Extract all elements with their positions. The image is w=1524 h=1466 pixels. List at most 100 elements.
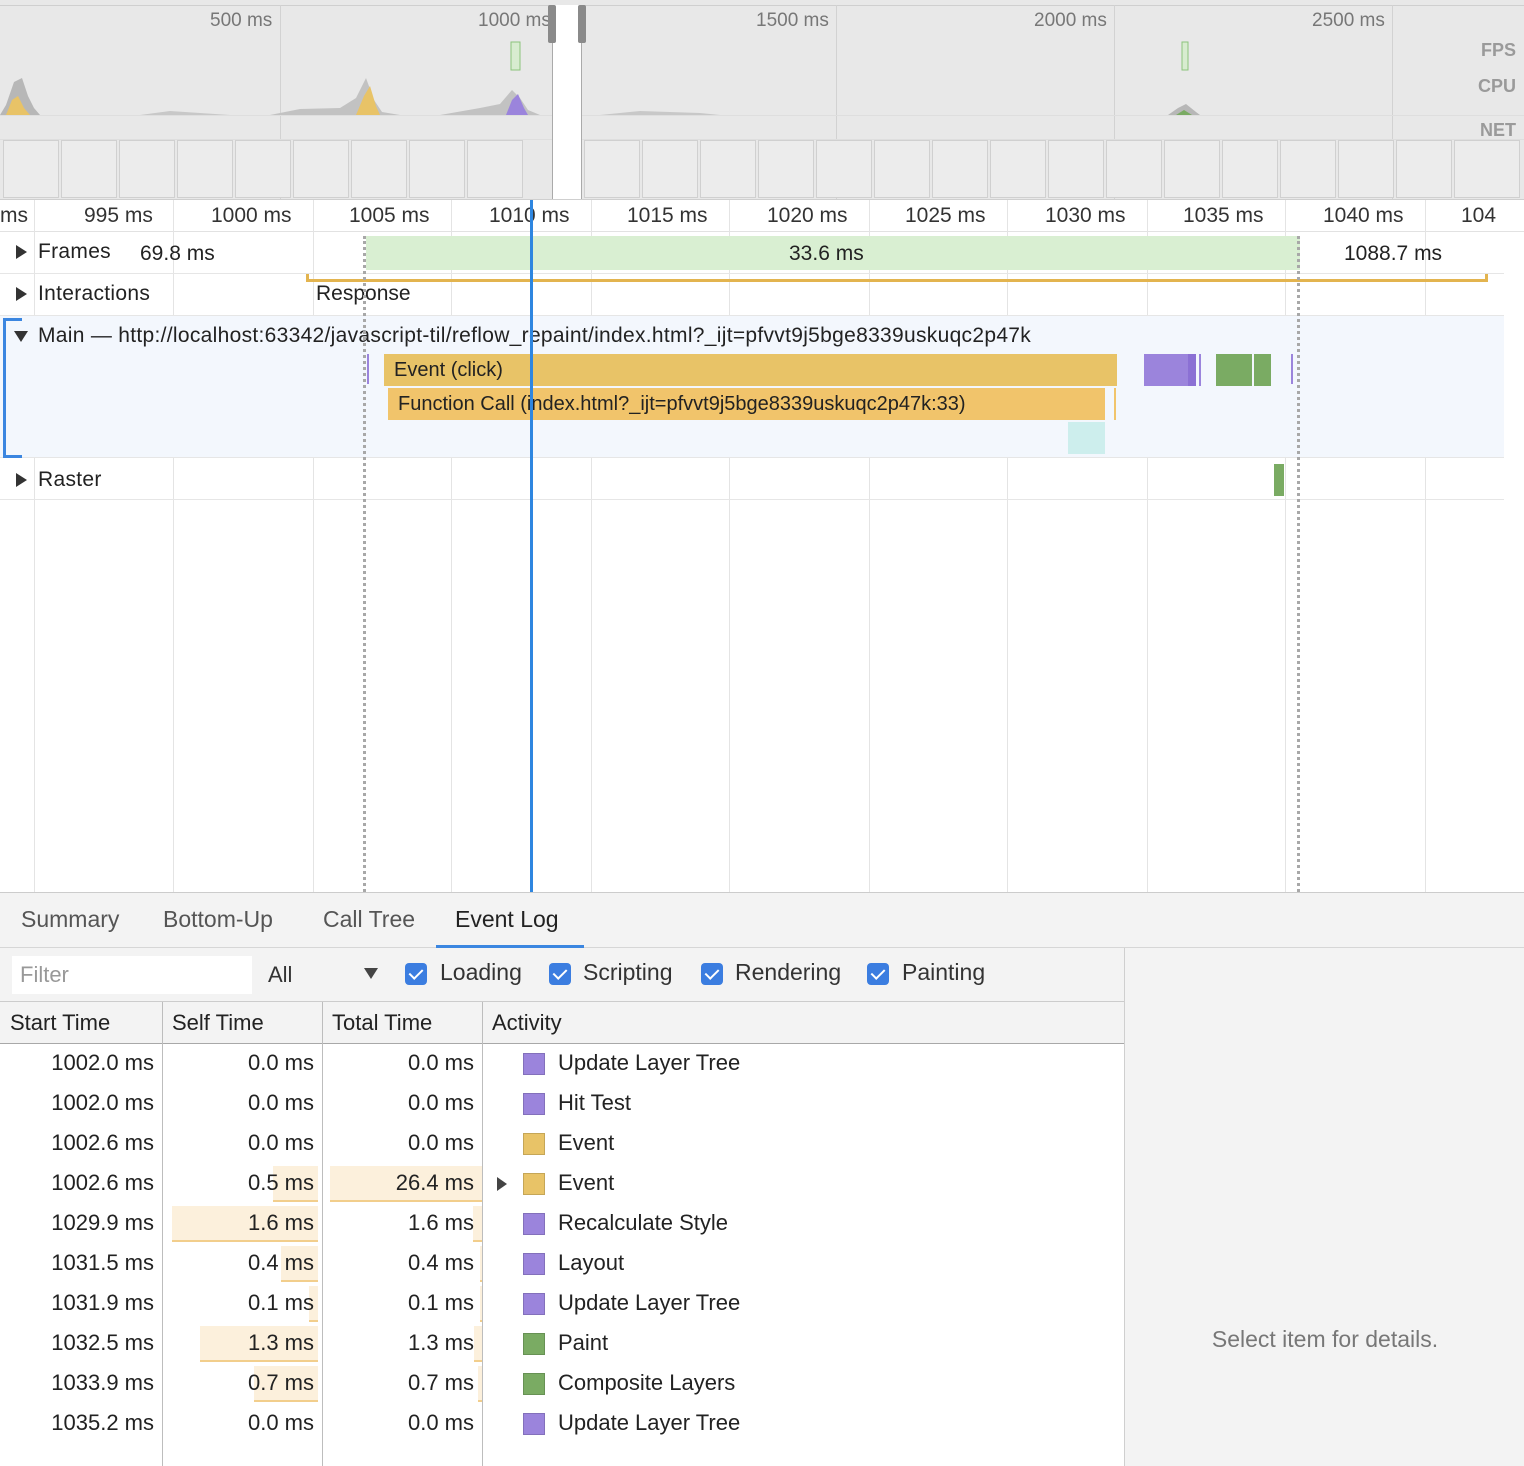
activity-column-header[interactable]: Activity [492,1010,562,1036]
table-row[interactable]: 1002.0 ms 0.0 ms 0.0 ms Hit Test [0,1084,1124,1124]
ruler-tick-label: 1020 ms [767,204,848,227]
expand-arrow-icon[interactable] [497,1177,507,1191]
start-time-cell: 1031.9 ms [51,1290,154,1315]
filmstrip-frame[interactable] [758,140,814,198]
frame-duration[interactable]: 69.8 ms [140,242,215,266]
filmstrip-frame[interactable] [1338,140,1394,198]
function-call-bar[interactable]: Function Call (index.html?_ijt=pfvvt9j5b… [388,388,1105,420]
total-time-cell: 0.0 ms [407,1050,474,1075]
scripting-checkbox-label[interactable]: Scripting [583,959,672,986]
rendering-checkbox-label[interactable]: Rendering [735,959,841,986]
rendering-checkbox[interactable] [701,963,723,985]
paint-slice[interactable] [1216,354,1252,386]
filmstrip-frame[interactable] [351,140,407,198]
column-divider[interactable] [162,1002,163,1466]
filmstrip-frame[interactable] [642,140,698,198]
task-slice[interactable] [1114,388,1116,420]
column-divider[interactable] [482,1002,483,1466]
ruler-tick-label: 1015 ms [627,204,708,227]
filmstrip-frame[interactable] [467,140,523,198]
filmstrip-frame[interactable] [119,140,175,198]
table-row[interactable]: 1002.6 ms 0.0 ms 0.0 ms Event [0,1124,1124,1164]
composite-layers-slice[interactable] [1254,354,1271,386]
response-interaction-bar[interactable] [306,274,1488,282]
loading-checkbox[interactable] [405,963,427,985]
table-row[interactable]: 1029.9 ms 1.6 ms 1.6 ms Recalculate Style [0,1204,1124,1244]
painting-checkbox-label[interactable]: Painting [902,959,985,986]
frame-duration[interactable]: 1088.7 ms [1344,242,1442,266]
start-time-cell: 1002.6 ms [51,1130,154,1155]
frames-track[interactable]: Frames 69.8 ms 33.6 ms 1088.7 ms [0,232,1504,274]
filmstrip-frame[interactable] [1396,140,1452,198]
timeline-cursor[interactable] [530,200,533,892]
table-row[interactable]: 1032.5 ms 1.3 ms 1.3 ms Paint [0,1324,1124,1364]
recalculate-style-slice[interactable] [1144,354,1188,386]
raster-track[interactable]: Raster [0,458,1504,500]
table-row[interactable]: 1035.2 ms 0.0 ms 0.0 ms Update Layer Tree [0,1404,1124,1444]
collapse-arrow-icon[interactable] [14,331,28,342]
expand-arrow-icon[interactable] [16,473,27,487]
filmstrip-frame[interactable] [1280,140,1336,198]
self-time-cell: 0.1 ms [247,1290,314,1315]
filmstrip-frame[interactable] [1454,140,1520,198]
filmstrip-frame[interactable] [1164,140,1220,198]
main-thread-track[interactable]: Main — http://localhost:63342/javascript… [0,316,1504,458]
filmstrip-frame[interactable] [177,140,233,198]
table-row[interactable]: 1031.9 ms 0.1 ms 0.1 ms Update Layer Tree [0,1284,1124,1324]
table-row[interactable]: 1033.9 ms 0.7 ms 0.7 ms Composite Layers [0,1364,1124,1404]
tab-summary[interactable]: Summary [21,906,119,933]
ruler-tick-label: ms [0,204,28,227]
task-slice[interactable] [1291,354,1293,384]
category-color-swatch [523,1253,545,1275]
filmstrip-frame[interactable] [409,140,465,198]
filmstrip-frame[interactable] [293,140,349,198]
activity-name: Composite Layers [558,1370,736,1395]
filmstrip-frame[interactable] [990,140,1046,198]
task-slice[interactable] [367,354,369,384]
total-time-column-header[interactable]: Total Time [332,1010,432,1036]
filmstrip-frame[interactable] [700,140,756,198]
ruler-tick-label: 1005 ms [349,204,430,227]
filmstrip-frame[interactable] [874,140,930,198]
layout-slice[interactable] [1188,354,1196,386]
filmstrip-frame[interactable] [61,140,117,198]
table-row[interactable]: 1031.5 ms 0.4 ms 0.4 ms Layout [0,1244,1124,1284]
selected-frame[interactable]: 33.6 ms [366,236,1300,270]
painting-checkbox[interactable] [867,963,889,985]
table-row[interactable]: 1002.0 ms 0.0 ms 0.0 ms Update Layer Tree [0,1044,1124,1084]
filmstrip-frame[interactable] [1106,140,1162,198]
gc-slice[interactable] [1068,422,1105,454]
column-divider[interactable] [322,1002,323,1466]
overview-left-handle[interactable] [548,5,556,43]
tab-call-tree[interactable]: Call Tree [323,906,415,933]
dropdown-caret-icon[interactable] [364,968,378,979]
timeline-overview[interactable]: 500 ms 1000 ms 1500 ms 2000 ms 2500 ms F… [0,0,1524,200]
filmstrip-frame[interactable] [816,140,872,198]
self-time-column-header[interactable]: Self Time [172,1010,264,1036]
ruler-tick-label: 1040 ms [1323,204,1404,227]
interactions-track[interactable]: Interactions Response [0,274,1504,316]
filmstrip-frame[interactable] [3,140,59,198]
start-time-column-header[interactable]: Start Time [10,1010,110,1036]
update-layer-tree-slice[interactable] [1199,354,1201,386]
filmstrip-frame[interactable] [1222,140,1278,198]
event-log-filter-bar: All Loading Scripting Rendering Painting [0,948,1124,1002]
filmstrip-frame[interactable] [235,140,291,198]
overview-right-handle[interactable] [578,5,586,43]
expand-arrow-icon[interactable] [16,245,27,259]
filmstrip-frame[interactable] [1048,140,1104,198]
tab-bottom-up[interactable]: Bottom-Up [163,906,273,933]
raster-slice[interactable] [1274,464,1284,496]
filmstrip-frame[interactable] [932,140,988,198]
main-track-title: Main — http://localhost:63342/javascript… [38,324,1032,347]
filmstrip-frame[interactable] [584,140,640,198]
event-click-bar[interactable]: Event (click) [384,354,1117,386]
scripting-checkbox[interactable] [549,963,571,985]
expand-arrow-icon[interactable] [16,287,27,301]
table-row[interactable]: 1002.6 ms 0.5 ms 26.4 ms Event [0,1164,1124,1204]
filter-input[interactable] [12,956,252,994]
tab-event-log[interactable]: Event Log [455,906,559,933]
duration-filter-select[interactable]: All [268,962,292,988]
cpu-fps-graph [0,41,1200,115]
loading-checkbox-label[interactable]: Loading [440,959,522,986]
